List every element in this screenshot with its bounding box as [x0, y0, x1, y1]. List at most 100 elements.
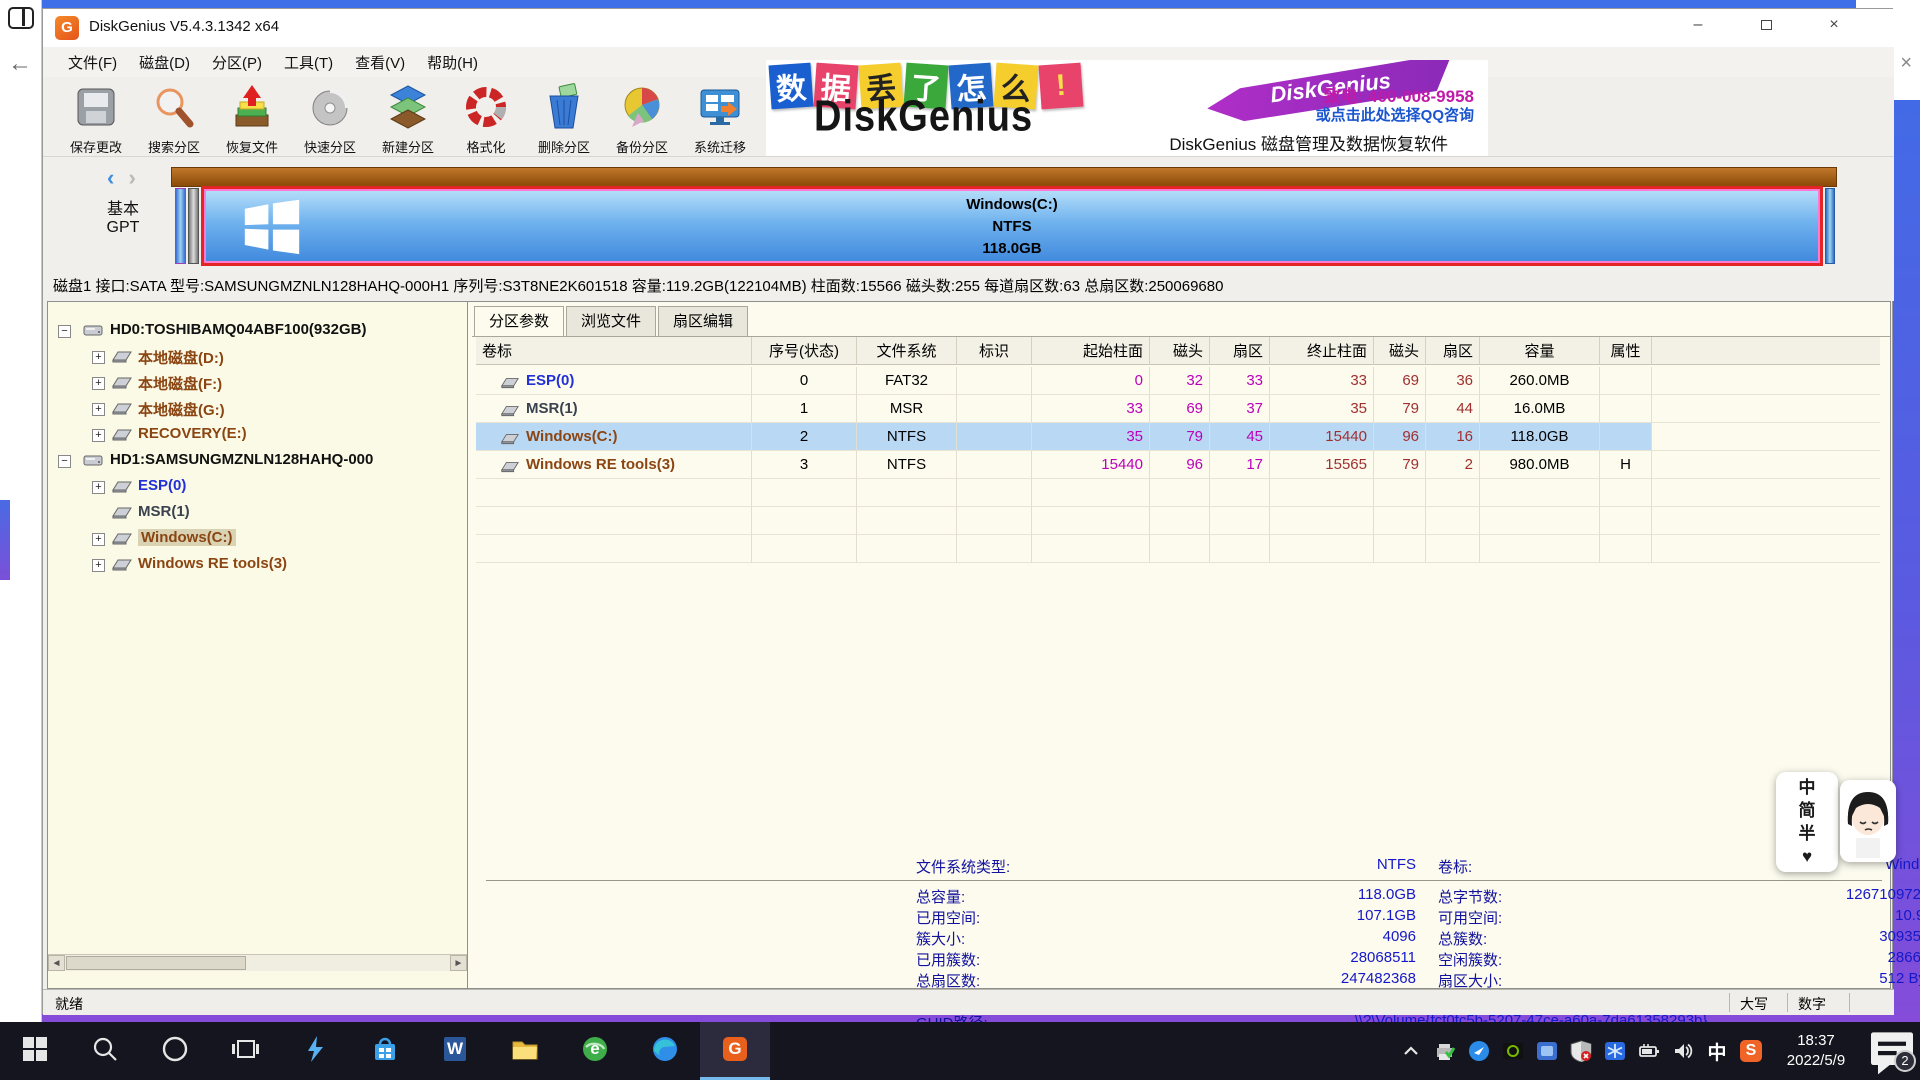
prev-disk-arrow-icon[interactable]: ‹	[107, 165, 114, 190]
start-button[interactable]	[0, 1022, 70, 1080]
pinned-explorer[interactable]	[490, 1022, 560, 1080]
intel-graphics-icon[interactable]	[1530, 1022, 1564, 1080]
partition-sliver-msr[interactable]	[188, 188, 199, 264]
toolbar-button-save[interactable]: 保存更改	[57, 77, 135, 155]
column-header[interactable]: 容量	[1480, 337, 1600, 365]
toolbar-button-recover[interactable]: 恢复文件	[213, 77, 291, 155]
ime-avatar[interactable]	[1840, 780, 1896, 862]
table-row-msr-1-[interactable]: MSR(1)1MSR33693735794416.0MB	[476, 395, 1890, 423]
search-button[interactable]	[70, 1022, 140, 1080]
tab-分区参数[interactable]: 分区参数	[474, 306, 564, 337]
partition-block-windows-c[interactable]: Windows(C:) NTFS 118.0GB	[201, 186, 1823, 266]
disk-nav-arrows[interactable]: ‹ ›	[107, 165, 136, 191]
table-row-esp-0-[interactable]: ESP(0)0FAT3203233336936260.0MB	[476, 367, 1890, 395]
partition-sliver-re[interactable]	[1825, 188, 1835, 264]
tree-item-windows-re-tools-3-[interactable]: +Windows RE tools(3)	[48, 552, 468, 578]
column-header[interactable]: 终止柱面	[1270, 337, 1374, 365]
collapse-icon[interactable]: −	[58, 325, 71, 338]
toolbar-button-newpart[interactable]: 新建分区	[369, 77, 447, 155]
nvidia-icon[interactable]	[1496, 1022, 1530, 1080]
ime-item[interactable]: 中	[1799, 777, 1816, 799]
toolbar-button-format[interactable]: 格式化	[447, 77, 525, 155]
cortana-button[interactable]	[140, 1022, 210, 1080]
ime-status-panel[interactable]: 中简半♥	[1776, 772, 1838, 872]
expand-icon[interactable]: +	[92, 403, 105, 416]
expand-icon[interactable]: +	[92, 429, 105, 442]
defender-icon[interactable]	[1564, 1022, 1598, 1080]
tree-item--d-[interactable]: +本地磁盘(D:)	[48, 344, 468, 370]
ime-item[interactable]: 简	[1799, 800, 1816, 822]
task-view-button[interactable]	[210, 1022, 280, 1080]
volume-icon[interactable]	[1666, 1022, 1700, 1080]
scroll-left-icon[interactable]: ◄	[48, 955, 65, 971]
ime-lang-icon[interactable]: 中	[1700, 1022, 1734, 1080]
column-header[interactable]: 扇区	[1210, 337, 1270, 365]
pinned-thunder[interactable]	[280, 1022, 350, 1080]
taskbar-clock[interactable]: 18:37 2022/5/9	[1768, 1031, 1864, 1071]
toolbar-button-delete[interactable]: 删除分区	[525, 77, 603, 155]
column-header[interactable]: 磁头	[1150, 337, 1210, 365]
ad-qq-link[interactable]: 或点击此处选择QQ咨询	[1316, 104, 1474, 125]
column-header[interactable]: 扇区	[1426, 337, 1480, 365]
table-row-windows-re-tools-3-[interactable]: Windows RE tools(3)3NTFS1544096171556579…	[476, 451, 1890, 479]
battery-icon[interactable]	[1632, 1022, 1666, 1080]
scrollbar-thumb[interactable]	[66, 956, 246, 970]
expand-icon[interactable]: +	[92, 481, 105, 494]
back-arrow-icon[interactable]: ←	[8, 50, 32, 78]
expand-icon[interactable]: +	[92, 377, 105, 390]
sogou-icon[interactable]: S	[1734, 1022, 1768, 1080]
tree-item-hd0-toshibamq04abf100-932gb-[interactable]: −HD0:TOSHIBAMQ04ABF100(932GB)	[48, 318, 468, 344]
tab-浏览文件[interactable]: 浏览文件	[566, 306, 656, 336]
toolbar-button-quick[interactable]: 快速分区	[291, 77, 369, 155]
menu-item-3[interactable]: 分区(P)	[201, 48, 273, 77]
expand-icon[interactable]: +	[92, 533, 105, 546]
column-header[interactable]: 序号(状态)	[752, 337, 857, 365]
mail-bird-icon[interactable]	[1462, 1022, 1496, 1080]
column-header[interactable]: 起始柱面	[1032, 337, 1150, 365]
toolbar-button-search[interactable]: 搜索分区	[135, 77, 213, 155]
menu-item-6[interactable]: 帮助(H)	[416, 48, 489, 77]
tab-扇区编辑[interactable]: 扇区编辑	[658, 306, 748, 336]
pinned-word[interactable]: W	[420, 1022, 490, 1080]
snowflake-icon[interactable]	[1598, 1022, 1632, 1080]
table-row-windows-c-[interactable]: Windows(C:)2NTFS357945154409616118.0GB	[476, 423, 1890, 451]
close-button[interactable]: ×	[1811, 9, 1857, 41]
tree-item-esp-0-[interactable]: +ESP(0)	[48, 474, 468, 500]
ad-banner[interactable]: 数据丢了怎么! DiskGenius DiskGenius 致电: 400-00…	[766, 60, 1488, 156]
column-header[interactable]: 文件系统	[857, 337, 957, 365]
scroll-right-icon[interactable]: ►	[450, 955, 467, 971]
collapse-icon[interactable]: −	[58, 455, 71, 468]
minimize-button[interactable]: –	[1675, 9, 1721, 41]
column-header[interactable]: 标识	[957, 337, 1032, 365]
disk-header-strip[interactable]	[171, 167, 1837, 187]
partition-sliver-esp[interactable]	[175, 188, 186, 264]
toolbar-button-migrate[interactable]: 系统迁移	[681, 77, 759, 155]
pinned-diskgenius[interactable]: G	[700, 1022, 770, 1080]
tree-item-recovery-e-[interactable]: +RECOVERY(E:)	[48, 422, 468, 448]
pinned-store[interactable]	[350, 1022, 420, 1080]
ime-item[interactable]: 半	[1799, 823, 1816, 845]
tree-item-windows-c-[interactable]: +Windows(C:)	[48, 526, 468, 552]
menu-item-1[interactable]: 文件(F)	[57, 48, 128, 77]
pinned-edge[interactable]	[630, 1022, 700, 1080]
toolbar-button-backup[interactable]: 备份分区	[603, 77, 681, 155]
expand-icon[interactable]: +	[92, 351, 105, 364]
menu-item-2[interactable]: 磁盘(D)	[128, 48, 201, 77]
menu-item-5[interactable]: 查看(V)	[344, 48, 416, 77]
expand-icon[interactable]: +	[92, 559, 105, 572]
tree-item--g-[interactable]: +本地磁盘(G:)	[48, 396, 468, 422]
notification-center-button[interactable]: 2	[1864, 1022, 1920, 1080]
printer-icon[interactable]	[1428, 1022, 1462, 1080]
tree-horizontal-scrollbar[interactable]: ◄ ►	[48, 954, 467, 971]
column-header[interactable]: 磁头	[1374, 337, 1426, 365]
menu-item-4[interactable]: 工具(T)	[273, 48, 344, 77]
close-icon[interactable]: ×	[1900, 52, 1912, 75]
pinned-browser[interactable]: e	[560, 1022, 630, 1080]
tree-item--f-[interactable]: +本地磁盘(F:)	[48, 370, 468, 396]
ime-item[interactable]: ♥	[1802, 846, 1812, 868]
column-header[interactable]: 属性	[1600, 337, 1652, 365]
tree-item-msr-1-[interactable]: MSR(1)	[48, 500, 468, 526]
maximize-button[interactable]	[1743, 9, 1789, 41]
tree-item-hd1-samsungmznln128hahq-000[interactable]: −HD1:SAMSUNGMZNLN128HAHQ-000	[48, 448, 468, 474]
column-header[interactable]: 卷标	[476, 337, 752, 365]
